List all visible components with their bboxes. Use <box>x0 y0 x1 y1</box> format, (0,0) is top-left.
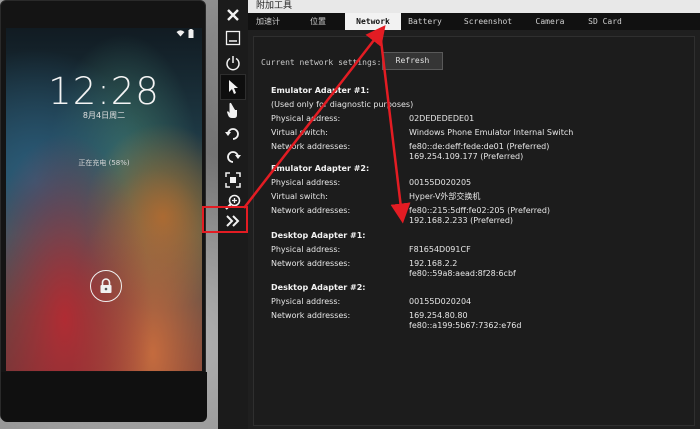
row-value: Windows Phone Emulator Internal Switch <box>409 128 574 137</box>
network-panel: Current network settings: Refresh Emulat… <box>253 36 695 426</box>
battery-icon <box>188 29 194 41</box>
wifi-icon <box>176 29 185 40</box>
tab-sd-card[interactable]: SD Card <box>581 13 629 30</box>
row-label: Physical address: <box>271 297 341 306</box>
power-icon <box>226 56 240 71</box>
adapter-row: Physical address: 02DEDEDEDE01 <box>254 114 694 126</box>
row-label: Physical address: <box>271 245 341 254</box>
adapter-title: Emulator Adapter #2: <box>271 164 370 173</box>
row-value-secondary: fe80::59a8:aead:8f28:6cbf <box>409 269 516 278</box>
minimize-icon <box>225 30 241 46</box>
adapter-row: Network addresses: 192.168.2.2 fe80::59a… <box>254 259 694 278</box>
status-bar <box>6 28 202 42</box>
adapter-note: (Used only for diagnostic purposes) <box>271 100 414 109</box>
tab-screenshot[interactable]: Screenshot <box>460 13 516 30</box>
touch-mode-button[interactable] <box>220 97 246 123</box>
close-icon <box>227 9 239 21</box>
row-value: 192.168.2.2 <box>409 259 458 268</box>
window-title: 附加工具 <box>248 0 700 13</box>
touch-icon <box>227 102 237 118</box>
adapter-row: Physical address: 00155D020204 <box>254 297 694 309</box>
adapter-row: Network addresses: 169.254.80.80 fe80::a… <box>254 311 694 330</box>
row-label: Network addresses: <box>271 259 351 268</box>
power-button[interactable] <box>220 50 246 76</box>
tab-accelerometer[interactable]: 加速计 <box>250 13 286 30</box>
row-value: fe80::215:5dff:fe02:205 (Preferred) <box>409 206 551 215</box>
rotate-right-icon <box>227 151 241 163</box>
row-label: Network addresses: <box>271 311 351 320</box>
row-label: Physical address: <box>271 114 341 123</box>
additional-tools-window: 附加工具 加速计 位置 Network Battery Screenshot C… <box>248 0 700 429</box>
row-value: fe80::de:deff:fede:de01 (Preferred) <box>409 142 550 151</box>
lock-screen[interactable]: 12:28 8月4日周二 正在充电 (58%) <box>6 28 202 371</box>
row-label: Network addresses: <box>271 206 351 215</box>
adapter-row: Network addresses: fe80::de:deff:fede:de… <box>254 142 694 161</box>
unlock-button[interactable] <box>90 270 122 302</box>
phone-bezel-bottom <box>1 372 207 422</box>
pointer-icon <box>229 80 238 94</box>
tab-camera[interactable]: Camera <box>530 13 570 30</box>
minimize-button[interactable] <box>220 25 246 51</box>
adapter-title: Emulator Adapter #1: <box>271 86 370 95</box>
row-label: Virtual switch: <box>271 192 328 201</box>
row-label: Network addresses: <box>271 142 351 151</box>
annotation-highlight-box <box>202 206 248 233</box>
row-value: 02DEDEDEDE01 <box>409 114 475 123</box>
row-label: Virtual switch: <box>271 128 328 137</box>
row-value: 169.254.80.80 <box>409 311 468 320</box>
tab-location[interactable]: 位置 <box>296 13 340 30</box>
lock-clock: 12:28 <box>48 70 160 113</box>
row-label: Physical address: <box>271 178 341 187</box>
adapter-row: Virtual switch: Windows Phone Emulator I… <box>254 128 694 140</box>
row-value: F81654D091CF <box>409 245 471 254</box>
emulator-phone: 12:28 8月4日周二 正在充电 (58%) <box>0 0 207 422</box>
adapter-row: Network addresses: fe80::215:5dff:fe02:2… <box>254 206 694 225</box>
adapter-row: Virtual switch: Hyper-V外部交换机 <box>254 192 694 204</box>
adapter-title: Desktop Adapter #2: <box>271 283 366 292</box>
tab-bar: 加速计 位置 Network Battery Screenshot Camera… <box>248 13 700 30</box>
tab-battery[interactable]: Battery <box>403 13 447 30</box>
row-value: 00155D020204 <box>409 297 472 306</box>
row-value-secondary: 169.254.109.177 (Preferred) <box>409 152 524 161</box>
fit-to-screen-icon <box>225 172 241 188</box>
current-settings-label: Current network settings: <box>261 58 382 67</box>
adapter-title: Desktop Adapter #1: <box>271 231 366 240</box>
adapter-row: Physical address: 00155D020205 <box>254 178 694 190</box>
tab-network[interactable]: Network <box>345 13 401 30</box>
row-value: Hyper-V外部交换机 <box>409 192 481 201</box>
row-value-secondary: 192.168.2.233 (Preferred) <box>409 216 514 225</box>
rotate-left-icon <box>225 128 239 140</box>
charging-status: 正在充电 (58%) <box>78 159 130 167</box>
adapter-row: Physical address: F81654D091CF <box>254 245 694 257</box>
lock-icon <box>100 278 112 293</box>
refresh-button[interactable]: Refresh <box>382 52 443 70</box>
row-value-secondary: fe80::a199:5b67:7362:e76d <box>409 321 522 330</box>
row-value: 00155D020205 <box>409 178 472 187</box>
lock-date: 8月4日周二 <box>82 111 126 120</box>
